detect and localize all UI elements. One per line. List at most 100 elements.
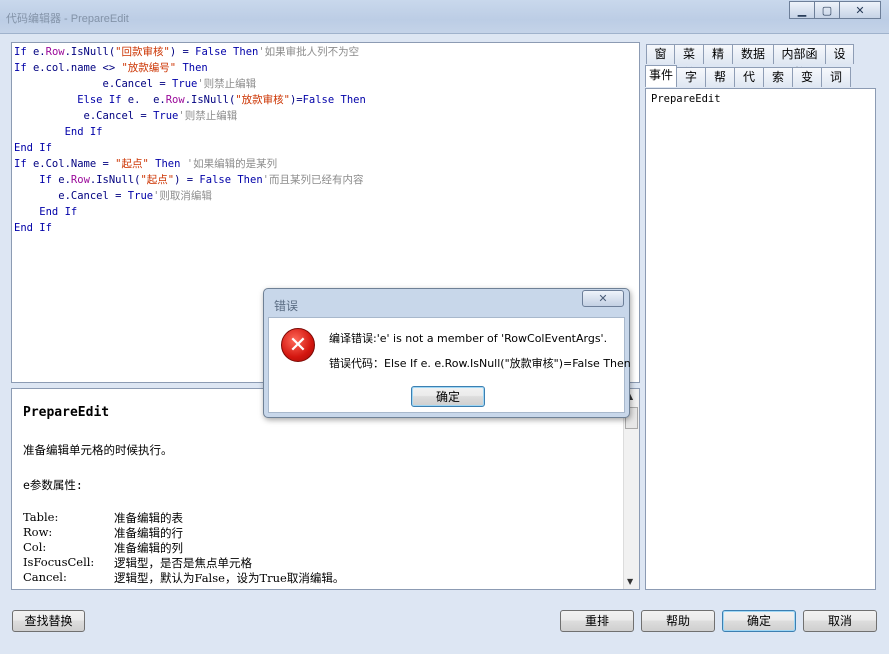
rearrange-button[interactable]: 重排 (560, 610, 634, 632)
error-code-label: 错误代码： (329, 357, 384, 370)
maximize-button[interactable]: ▢ (814, 1, 840, 19)
prop-name: Cancel: (23, 570, 67, 584)
code-token: End If (14, 142, 52, 154)
code-token: False Then (302, 94, 366, 106)
code-token: True (172, 78, 198, 90)
tab-fields[interactable]: 字段 (676, 67, 706, 103)
code-token: End If (14, 126, 103, 138)
tab-vocabulary[interactable]: 词汇 (821, 67, 851, 103)
code-line[interactable]: End If (14, 140, 52, 156)
code-token: False Then (195, 46, 259, 58)
code-token: )= (289, 94, 303, 106)
code-token: If (14, 46, 33, 58)
code-token: "回款审核" (115, 46, 170, 58)
code-token: True (153, 110, 179, 122)
tab-wizard[interactable]: 精灵 (703, 44, 733, 80)
code-token: .IsNull( (89, 174, 141, 186)
code-line[interactable]: If e.Row.IsNull("回款审核") = False Then'如果审… (14, 44, 359, 60)
close-button[interactable]: ✕ (839, 1, 881, 19)
code-token: ) = (169, 46, 196, 58)
code-line[interactable]: End If (14, 124, 103, 140)
code-token: e.Cancel = (14, 78, 173, 90)
tab-window[interactable]: 窗口 (646, 44, 675, 80)
close-icon: ✕ (855, 3, 865, 17)
code-line[interactable]: If e.col.name <> "放款编号" Then (14, 60, 208, 76)
help-params-heading: e参数属性: (23, 478, 83, 492)
tab-row-bottom: 事件 字段 帮助 代码 索引 变量 词汇 (645, 65, 851, 103)
event-list: PrepareEdit (645, 88, 876, 590)
code-token: End If (14, 222, 52, 234)
error-dialog: 错误 ✕ ✕ 编译错误:'e' is not a member of 'RowC… (263, 288, 631, 418)
tab-row-top: 窗口 菜单 精灵 数据源 内部函数 设置 (646, 44, 854, 80)
error-code: Else If e. e.Row.IsNull("放款审核")=False Th… (384, 357, 631, 370)
code-token: Row (45, 46, 65, 58)
minimize-button[interactable]: ▁ (789, 1, 815, 19)
prop-name: Table: (23, 510, 59, 524)
code-token: '则禁止编辑 (178, 110, 238, 122)
list-item[interactable]: PrepareEdit (651, 93, 721, 105)
find-replace-button[interactable]: 查找替换 (12, 610, 85, 632)
code-token: .IsNull( (184, 94, 236, 106)
error-code-line: 错误代码：Else If e. e.Row.IsNull("放款审核")=Fal… (329, 355, 631, 371)
code-token: "起点" (140, 174, 175, 186)
maximize-icon: ▢ (821, 3, 833, 17)
tab-variables[interactable]: 变量 (792, 67, 822, 103)
dialog-title: 错误 (274, 299, 299, 313)
code-token: End If (14, 206, 78, 218)
help-button[interactable]: 帮助 (641, 610, 715, 632)
help-title: PrepareEdit (23, 405, 110, 420)
code-token: If (14, 158, 33, 170)
code-token: e. (32, 46, 46, 58)
dialog-close-button[interactable]: ✕ (582, 290, 624, 307)
code-line[interactable]: End If (14, 204, 77, 220)
code-line[interactable]: If e.Row.IsNull("起点") = False Then'而且某列已… (14, 172, 363, 188)
code-token: e.Col.Name = (32, 158, 116, 170)
error-message: 编译错误:'e' is not a member of 'RowColEvent… (329, 332, 608, 345)
code-token: ) = (174, 174, 200, 186)
code-token: "起点" (115, 158, 149, 170)
prop-name: IsFocusCell: (23, 555, 95, 569)
code-token: e. (58, 174, 71, 186)
code-token: True (127, 190, 154, 202)
prop-name: Col: (23, 540, 47, 554)
code-line[interactable]: Else If e. e.Row.IsNull("放款审核")=False Th… (14, 92, 366, 108)
close-icon: ✕ (598, 292, 608, 305)
prop-desc: 逻辑型，默认为False，设为True取消编辑。 (114, 571, 345, 585)
tab-code[interactable]: 代码 (734, 67, 764, 103)
code-token: Else If (77, 94, 128, 106)
tab-menu[interactable]: 菜单 (674, 44, 704, 80)
window-titlebar: 代码编辑器 - PrepareEdit ▁ ▢ ✕ (0, 0, 889, 34)
tab-internal-functions[interactable]: 内部函数 (773, 44, 826, 80)
code-token: If (14, 174, 59, 186)
code-token: False Then (199, 174, 263, 186)
code-line[interactable]: e.Cancel = True'则禁止编辑 (14, 76, 257, 92)
tab-events[interactable]: 事件 (645, 65, 677, 87)
code-line[interactable]: e.Cancel = True'则禁止编辑 (14, 108, 238, 124)
code-token: e. e. (127, 94, 166, 106)
tab-index[interactable]: 索引 (763, 67, 793, 103)
code-token: If (14, 62, 33, 74)
prop-name: Row: (23, 525, 53, 539)
help-summary: 准备编辑单元格的时候执行。 (23, 443, 173, 457)
code-line[interactable]: e.Cancel = True'则取消编辑 (14, 188, 212, 204)
tab-help[interactable]: 帮助 (705, 67, 735, 103)
code-token: e.Cancel = (14, 110, 154, 122)
code-token: e.Cancel = (14, 190, 128, 202)
code-token: '则取消编辑 (153, 190, 212, 202)
tab-datasource[interactable]: 数据源 (732, 44, 774, 80)
prop-desc: 逻辑型，是否是焦点单元格 (114, 556, 252, 570)
code-line[interactable]: If e.Col.Name = "起点" Then '如果编辑的是某列 (14, 156, 277, 172)
code-line[interactable]: End If (14, 220, 52, 236)
tab-settings[interactable]: 设置 (825, 44, 854, 80)
code-token: e.col.name <> (32, 62, 122, 74)
scroll-down-icon[interactable]: ▼ (627, 577, 633, 586)
ok-button[interactable]: 确定 (722, 610, 796, 632)
minimize-icon: ▁ (797, 3, 807, 17)
dialog-ok-button[interactable]: 确定 (411, 386, 485, 407)
code-token: "放款审核" (235, 94, 290, 106)
code-token: Row (165, 94, 185, 106)
help-scrollbar[interactable]: ▲ ▼ (623, 389, 639, 589)
code-token: Then (148, 158, 181, 170)
prop-desc: 准备编辑的表 (114, 511, 183, 525)
cancel-button[interactable]: 取消 (803, 610, 877, 632)
